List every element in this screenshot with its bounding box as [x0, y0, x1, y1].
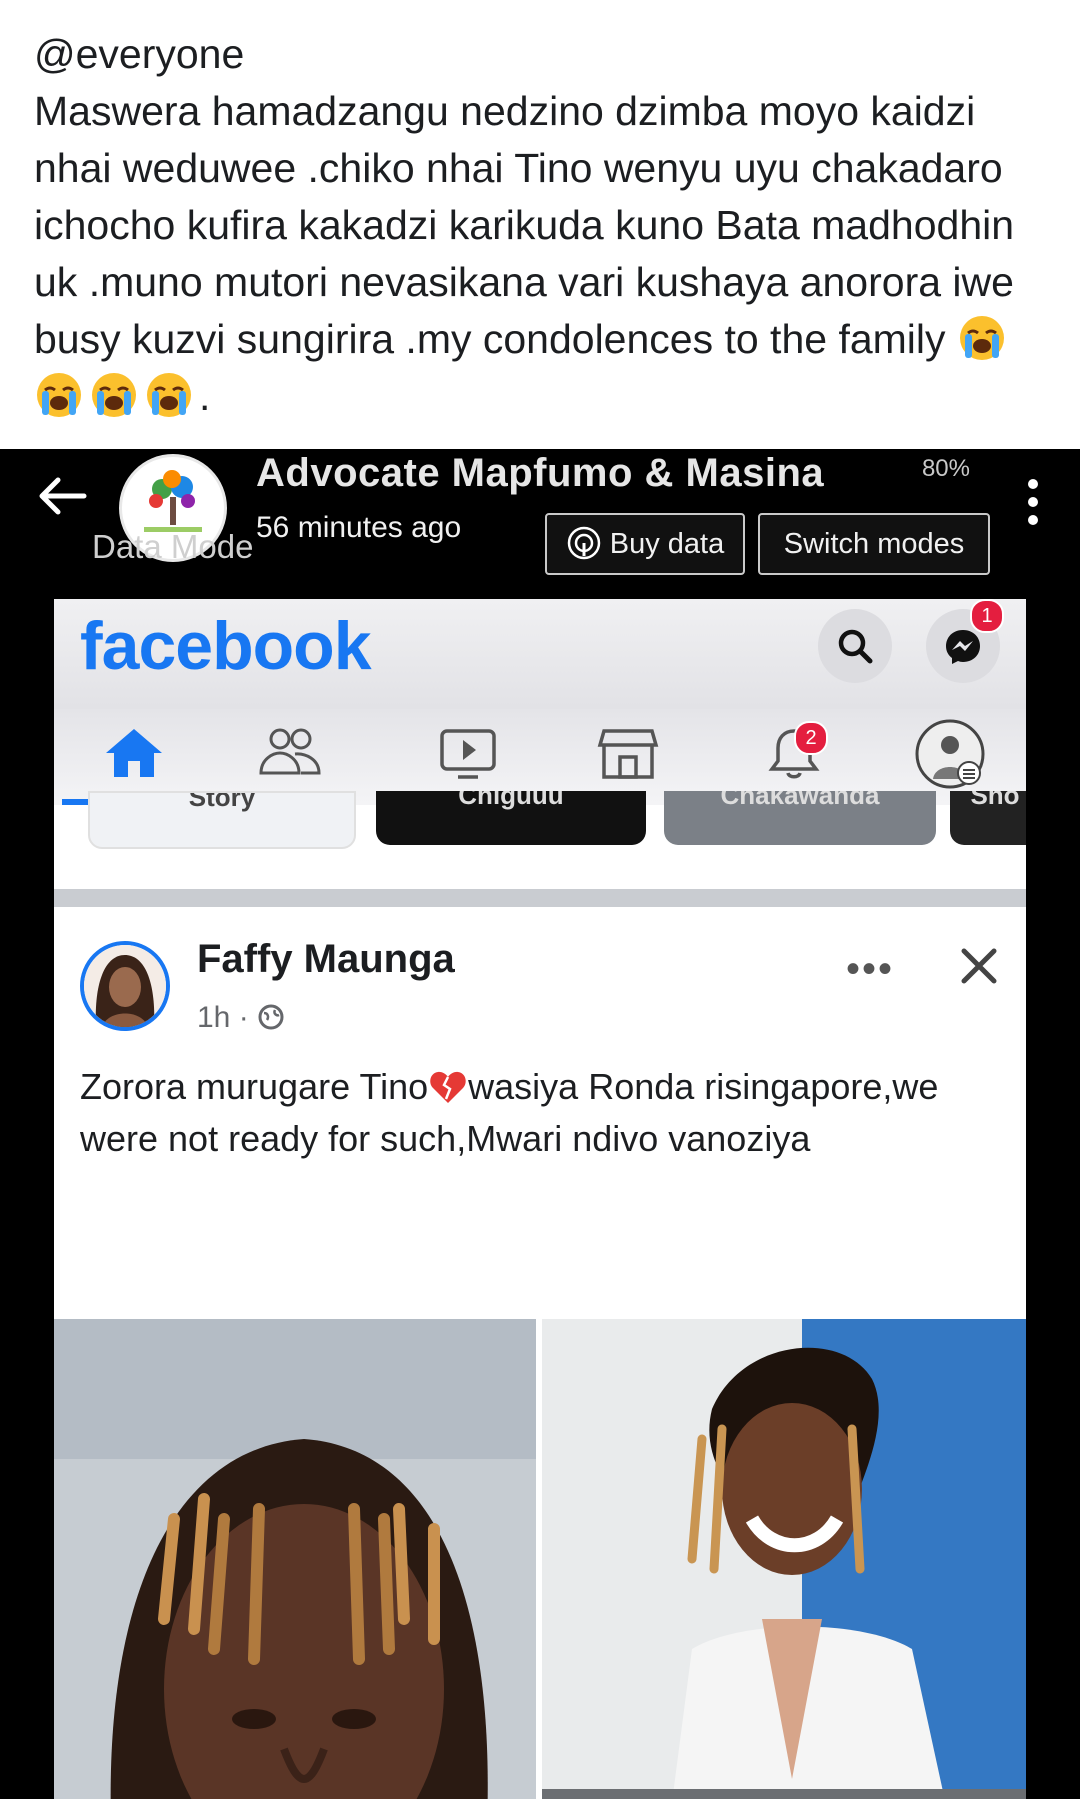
post-photo[interactable]	[542, 1319, 1026, 1799]
post-timestamp: 56 minutes ago	[256, 511, 462, 544]
messenger-icon	[946, 630, 980, 664]
post-time: 1h ·	[197, 1001, 249, 1034]
facebook-app-screen: facebook 1 2 Story Chiguuu Chakawanda Sh…	[54, 599, 1026, 1799]
photo-smiling-man	[542, 1319, 1026, 1799]
friends-icon	[259, 728, 321, 775]
tab-watch[interactable]	[428, 723, 508, 795]
tab-notifications[interactable]: 2	[754, 721, 834, 795]
watch-icon	[440, 729, 496, 779]
switch-modes-button[interactable]: Switch modes	[758, 513, 990, 575]
post-meta: 1h ·	[197, 1001, 285, 1035]
more-options-icon[interactable]	[1028, 479, 1040, 529]
buy-data-label: Buy data	[609, 528, 725, 560]
loudly-crying-face-icon	[92, 373, 136, 417]
tab-friends[interactable]	[250, 723, 330, 795]
tab-profile-menu[interactable]	[910, 719, 990, 795]
globe-icon	[258, 1004, 284, 1030]
caption-end: .	[199, 373, 211, 419]
buy-data-button[interactable]: Buy data	[545, 513, 745, 575]
data-mode-label: Data Mode	[92, 528, 254, 565]
feed-divider	[54, 889, 1026, 907]
page-name[interactable]: Advocate Mapfumo & Masina	[256, 451, 824, 496]
story-card[interactable]: Sho	[950, 791, 1026, 845]
post-text: Zorora murugare Tino wasiya Ronda risinga…	[80, 1066, 939, 1159]
tab-home[interactable]	[94, 723, 174, 795]
search-icon	[838, 629, 873, 664]
notifications-badge: 2	[794, 721, 828, 755]
messenger-badge: 1	[970, 599, 1004, 633]
profile-menu-icon	[915, 719, 985, 789]
caption-body: Maswera hamadzangu nedzino dzimba moyo k…	[34, 83, 1054, 425]
broadcast-icon	[567, 526, 600, 560]
home-icon	[106, 729, 162, 777]
loudly-crying-face-icon	[959, 316, 1004, 360]
search-button[interactable]	[818, 609, 892, 683]
marketplace-icon	[597, 729, 659, 779]
feed-post: Faffy Maunga 1h · ••• Zorora murugare Ti…	[54, 907, 1026, 1799]
loudly-crying-face-icon	[37, 373, 81, 417]
facebook-logo[interactable]: facebook	[80, 607, 372, 685]
caption-text: Maswera hamadzangu nedzino dzimba moyo k…	[34, 88, 1015, 362]
author-photo	[84, 945, 166, 1027]
loudly-crying-face-icon	[147, 373, 191, 417]
facebook-header: facebook 1	[54, 599, 1026, 709]
stories-tray: Story Chiguuu Chakawanda Sho	[54, 791, 1026, 855]
back-arrow-icon[interactable]	[32, 471, 92, 521]
post-caption: @everyone Maswera hamadzangu nedzino dzi…	[34, 26, 1054, 425]
post-photo[interactable]	[54, 1319, 536, 1799]
author-name[interactable]: Faffy Maunga	[197, 937, 455, 982]
story-card[interactable]: Story	[88, 791, 356, 849]
story-card[interactable]: Chakawanda	[664, 791, 936, 845]
post-more-icon[interactable]: •••	[846, 947, 894, 992]
author-avatar[interactable]	[80, 941, 170, 1031]
tab-marketplace[interactable]	[588, 723, 668, 795]
caption-mention[interactable]: @everyone	[34, 26, 1054, 83]
shared-screenshot[interactable]: Advocate Mapfumo & Masina 80% Data Mode …	[0, 449, 1080, 1799]
story-card[interactable]: Chiguuu	[376, 791, 646, 845]
messenger-button[interactable]: 1	[926, 599, 1004, 683]
close-icon[interactable]	[958, 945, 1000, 987]
broken-heart-icon	[430, 1071, 466, 1103]
photo-portrait-dreadlocks	[54, 1319, 536, 1799]
battery-level: 80%	[921, 455, 970, 482]
